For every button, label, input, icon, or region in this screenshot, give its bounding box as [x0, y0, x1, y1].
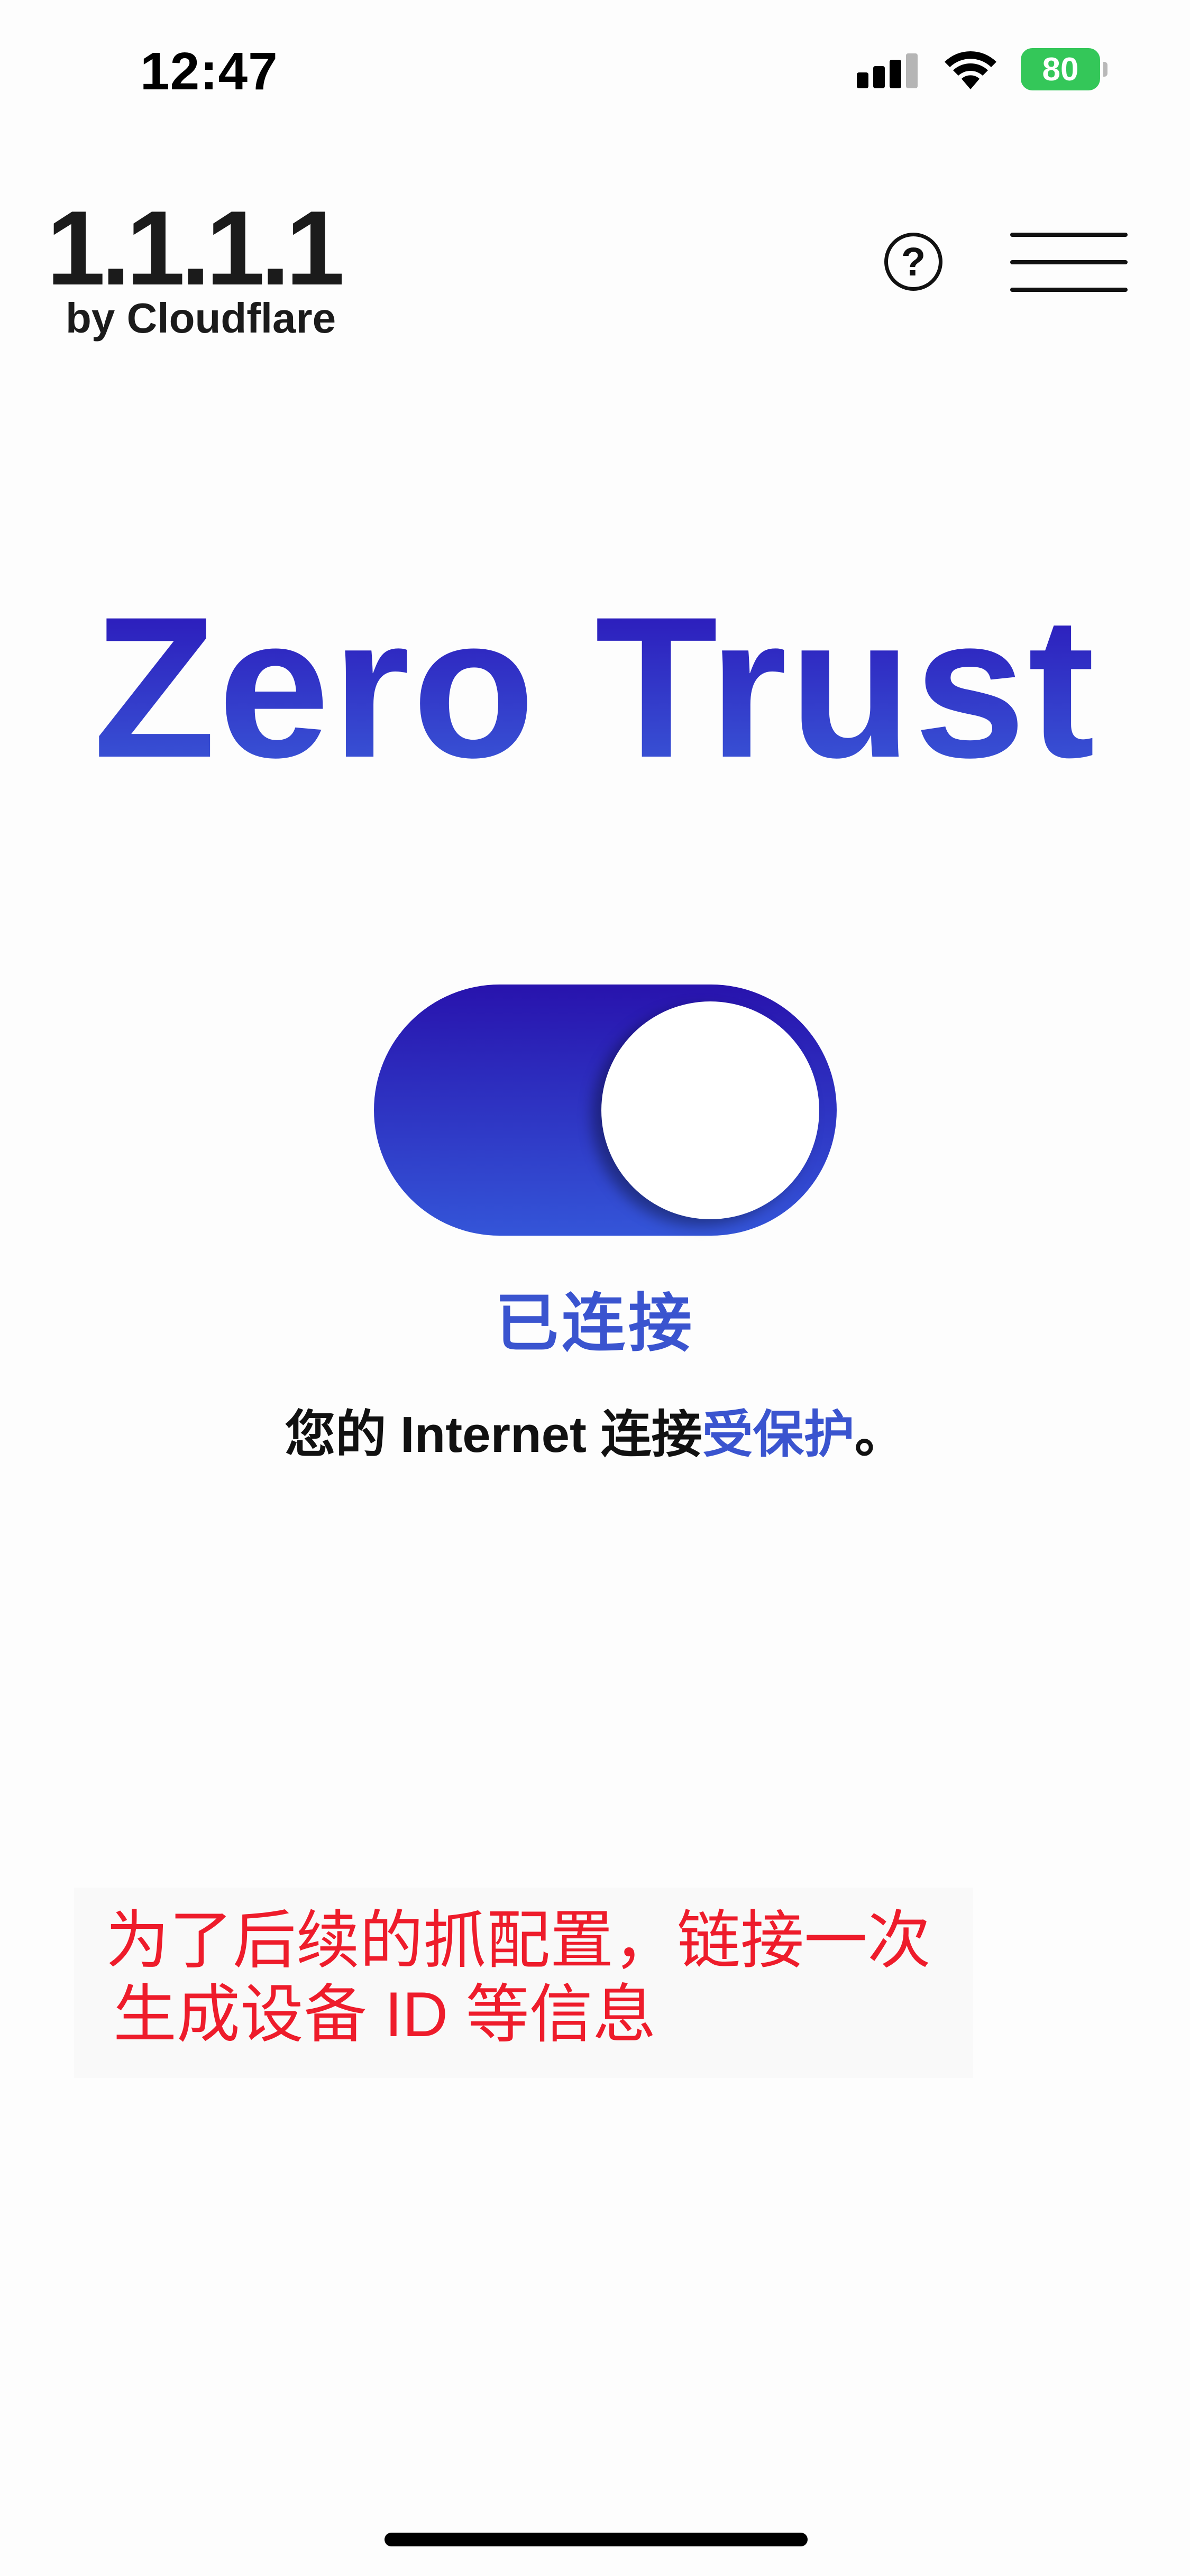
logo-subtitle: by Cloudflare [66, 295, 336, 342]
menu-line [1010, 233, 1128, 237]
status-time: 12:47 [140, 42, 278, 101]
zero-trust-title: Zero Trust [0, 587, 1190, 788]
toggle-knob[interactable] [601, 1001, 819, 1219]
connection-toggle[interactable] [374, 985, 837, 1236]
battery-level: 80 [1042, 51, 1079, 88]
app-logo: 1.1.1.1 by Cloudflare [47, 189, 345, 343]
status-message-prefix: 您的 Internet 连接 [285, 1406, 702, 1463]
connection-status-message: 您的 Internet 连接受保护。 [0, 1393, 1190, 1467]
wifi-icon [941, 48, 1000, 90]
connection-status-label: 已连接 [495, 1288, 695, 1359]
status-indicators: 80 [857, 45, 1107, 93]
annotation-line-2: 生成设备 ID 等信息 [113, 1979, 656, 2050]
battery-icon: 80 [1021, 48, 1107, 90]
help-icon: ? [901, 239, 926, 284]
annotation-line-1: 为了后续的抓配置，链接一次 [106, 1905, 931, 1976]
menu-line [1010, 288, 1128, 292]
status-message-suffix: 。 [854, 1406, 905, 1463]
logo-title: 1.1.1.1 [47, 189, 345, 307]
protected-link[interactable]: 受保护 [702, 1406, 855, 1463]
hamburger-menu-button[interactable] [1010, 233, 1128, 292]
annotation-note: 为了后续的抓配置，链接一次 生成设备 ID 等信息 [74, 1888, 973, 2078]
home-indicator[interactable] [385, 2533, 808, 2546]
menu-line [1010, 260, 1128, 264]
help-button[interactable]: ? [884, 233, 942, 291]
cellular-signal-icon [857, 50, 920, 88]
